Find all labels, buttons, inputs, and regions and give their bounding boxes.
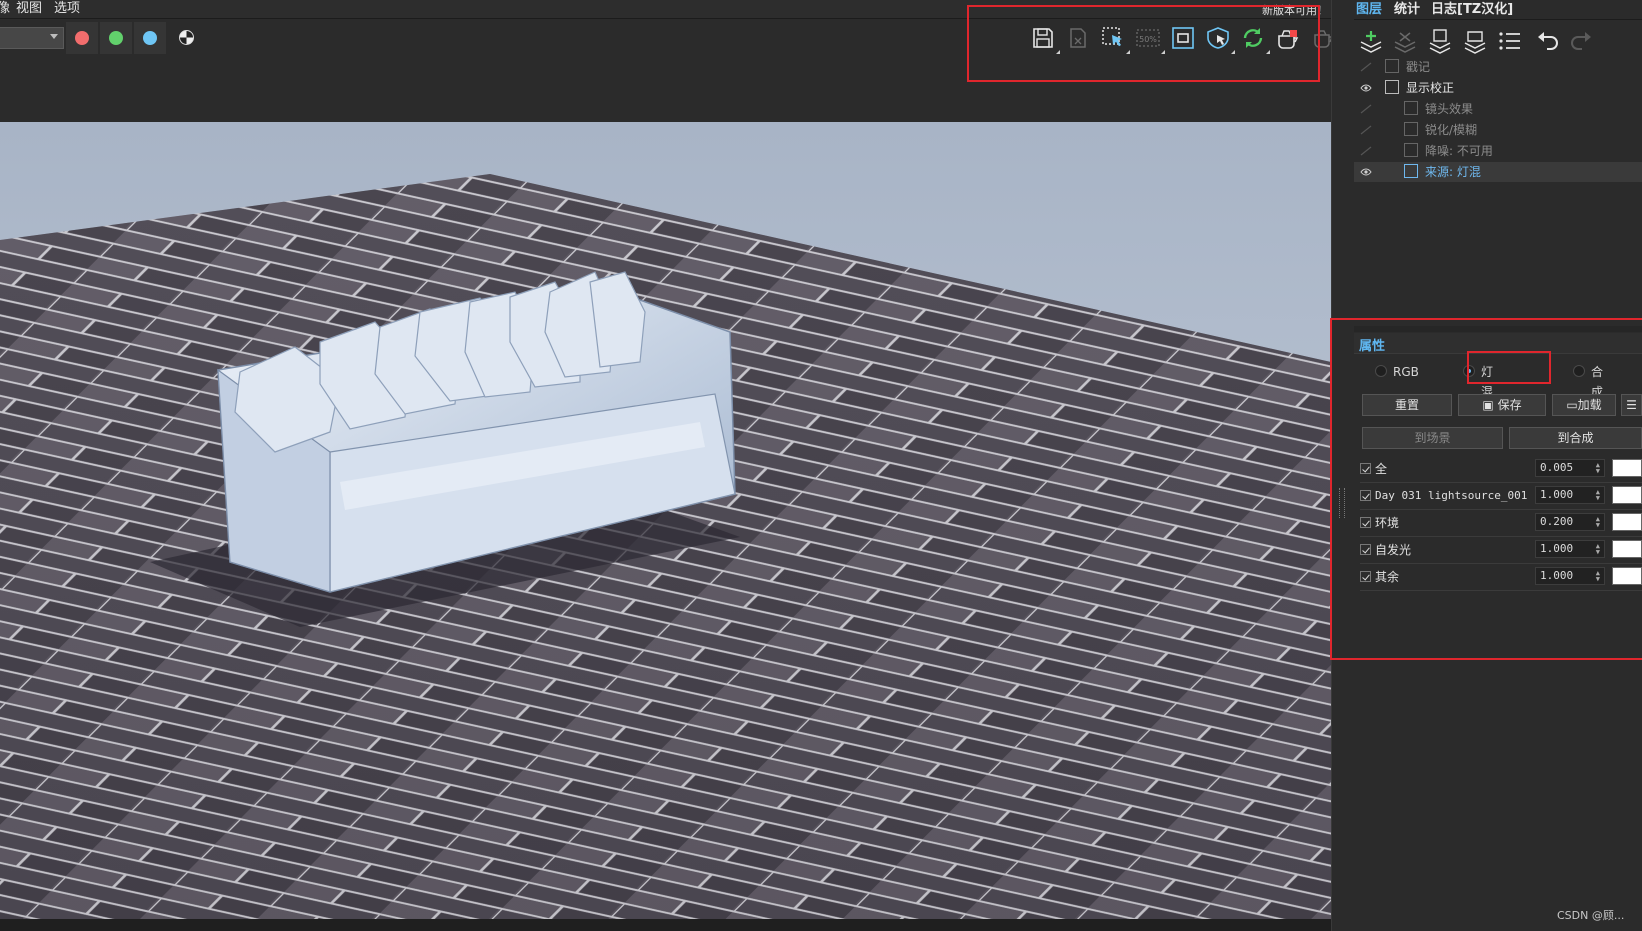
channel-dropdown[interactable]: [0, 27, 64, 49]
layer-name: 锐化/模糊: [1425, 123, 1478, 137]
menu-item-view[interactable]: 视图: [16, 0, 42, 18]
lens-layer-icon: [1404, 101, 1418, 115]
rendered-image: [0, 122, 1331, 919]
menu-item-image[interactable]: 像: [0, 0, 10, 18]
layer-name: 戳记: [1406, 60, 1431, 74]
eye-hidden-icon[interactable]: [1360, 125, 1372, 135]
undo-button[interactable]: [1535, 28, 1561, 54]
save-layers-button[interactable]: [1427, 28, 1453, 54]
layer-item-stamp[interactable]: 戳记: [1354, 57, 1642, 77]
layer-list-button[interactable]: [1497, 28, 1523, 54]
menu-item-options[interactable]: 选项: [54, 0, 80, 18]
chevron-down-icon: [50, 34, 58, 39]
layer-item-denoise[interactable]: 降噪: 不可用: [1354, 141, 1642, 161]
green-channel-icon: [109, 31, 123, 45]
layer-item-source-lightmix[interactable]: 来源: 灯混: [1354, 162, 1642, 182]
layer-item-display-correction[interactable]: 显示校正: [1354, 78, 1642, 98]
stamp-layer-icon: [1385, 59, 1399, 73]
tab-log[interactable]: 日志[TZ汉化]: [1431, 2, 1513, 18]
save-layers-icon: [1429, 29, 1451, 54]
blue-channel-icon: [143, 31, 157, 45]
sharpen-layer-icon: [1404, 122, 1418, 136]
list-icon: [1499, 32, 1520, 50]
layer-item-lens-effects[interactable]: 镜头效果: [1354, 99, 1642, 119]
render-viewport[interactable]: [0, 122, 1331, 919]
redo-icon: [1571, 32, 1591, 50]
tab-divider: [1354, 19, 1642, 20]
remove-layer-icon: [1394, 32, 1416, 53]
denoise-layer-icon: [1404, 143, 1418, 157]
viewport-status-strip: [0, 919, 1338, 931]
eye-hidden-icon[interactable]: [1360, 146, 1372, 156]
layer-name: 降噪: 不可用: [1425, 144, 1493, 158]
eye-hidden-icon[interactable]: [1360, 104, 1372, 114]
load-layers-icon: [1464, 31, 1486, 54]
eye-icon[interactable]: [1360, 167, 1372, 177]
blue-channel-button[interactable]: [134, 22, 166, 54]
eye-icon[interactable]: [1360, 83, 1372, 93]
add-layer-icon: [1360, 31, 1382, 53]
curve-layer-icon: [1385, 80, 1399, 94]
add-layer-button[interactable]: [1358, 28, 1384, 54]
green-channel-button[interactable]: [100, 22, 132, 54]
undo-icon: [1538, 32, 1558, 50]
alpha-channel-icon[interactable]: [179, 30, 194, 45]
toolbar-highlight-box: [967, 5, 1320, 82]
layer-name: 镜头效果: [1425, 102, 1474, 116]
source-layer-icon: [1404, 164, 1418, 178]
redo-button[interactable]: [1568, 28, 1594, 54]
remove-layer-button[interactable]: [1392, 28, 1418, 54]
watermark-text: CSDN @顾...: [1557, 909, 1625, 922]
layer-name: 显示校正: [1406, 81, 1455, 95]
tab-layers[interactable]: 图层: [1356, 2, 1382, 18]
eye-hidden-icon[interactable]: [1360, 62, 1372, 72]
layer-name: 来源: 灯混: [1425, 165, 1481, 179]
load-layers-button[interactable]: [1462, 28, 1488, 54]
layer-item-sharpen-blur[interactable]: 锐化/模糊: [1354, 120, 1642, 140]
red-channel-icon: [75, 31, 89, 45]
red-channel-button[interactable]: [66, 22, 98, 54]
lightmix-highlight-box: [1467, 351, 1551, 384]
tab-stats[interactable]: 统计: [1394, 2, 1420, 18]
